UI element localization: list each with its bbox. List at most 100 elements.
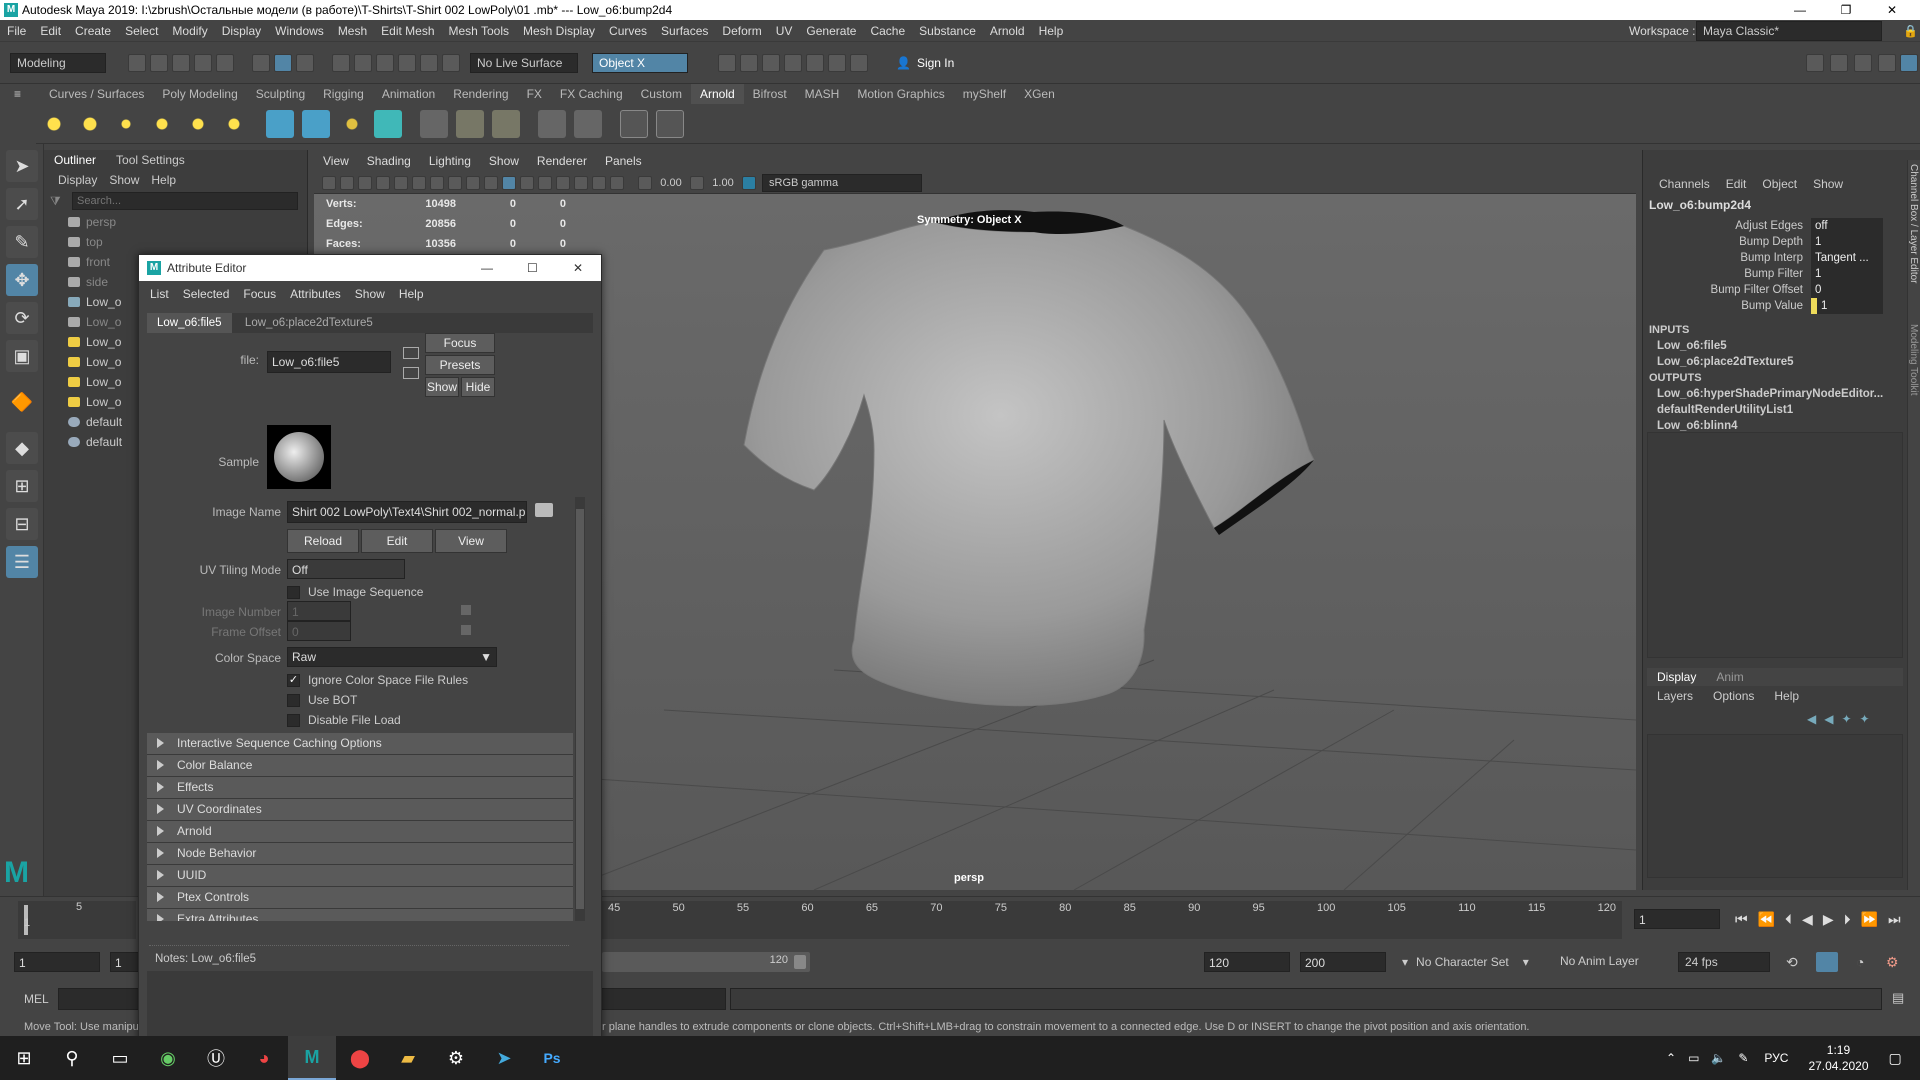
section-uuid[interactable]: UUID [147, 865, 573, 887]
shelf-tab-fx[interactable]: FX [518, 84, 551, 104]
image-plane-icon[interactable] [376, 175, 390, 190]
area-light-icon[interactable] [40, 109, 68, 138]
menu-display[interactable]: Display [215, 20, 268, 42]
ae-menu-focus[interactable]: Focus [236, 282, 283, 306]
layer-menu-help[interactable]: Help [1764, 689, 1809, 703]
character-set-dropdown[interactable]: ▾ No Character Set ▾ [1402, 952, 1529, 972]
focus-button[interactable]: Focus [425, 333, 495, 353]
go-to-end-icon[interactable]: ⏭ [1888, 911, 1901, 928]
ae-menu-attributes[interactable]: Attributes [283, 282, 348, 306]
sign-in-button[interactable]: 👤 Sign In [890, 52, 1004, 73]
shelf-menu-icon[interactable]: ≡ [14, 84, 27, 104]
layer-menu-layers[interactable]: Layers [1647, 689, 1703, 703]
photometric-light-icon[interactable] [112, 109, 140, 138]
open-scene-icon[interactable] [150, 53, 168, 72]
shelf-tab-myshelf[interactable]: myShelf [954, 84, 1015, 104]
section-extra-attributes[interactable]: Extra Attributes [147, 909, 573, 921]
step-forward-frame-icon[interactable]: ⏵ [1844, 911, 1851, 928]
mesh-export-icon[interactable] [374, 109, 402, 138]
side-tab-modeling-toolkit[interactable]: Modeling Toolkit [1908, 324, 1919, 424]
ipr-render-icon[interactable] [762, 53, 780, 72]
color-space-dropdown[interactable]: Raw ▼ [287, 647, 497, 667]
ae-minimize-icon[interactable]: — [481, 255, 493, 281]
fps-dropdown[interactable]: 24 fps [1678, 952, 1770, 972]
close-icon[interactable]: ✕ [1872, 0, 1912, 20]
txmake-icon[interactable] [574, 109, 602, 138]
attribute-editor-toggle-icon[interactable] [1854, 54, 1872, 72]
tab-anim-layers[interactable]: Anim [1706, 670, 1753, 684]
section-arnold[interactable]: Arnold [147, 821, 573, 843]
shelf-tab-poly-modeling[interactable]: Poly Modeling [153, 84, 246, 104]
shelf-tab-curves-surfaces[interactable]: Curves / Surfaces [40, 84, 153, 104]
tool-settings-toggle-icon[interactable] [1878, 54, 1896, 72]
select-tool-icon[interactable]: ➤ [6, 150, 38, 182]
shelf-tab-motion-graphics[interactable]: Motion Graphics [848, 84, 953, 104]
ae-menu-help[interactable]: Help [392, 282, 431, 306]
snap-pivot-icon[interactable] [442, 53, 460, 72]
view-button[interactable]: View [435, 529, 507, 553]
section-color-balance[interactable]: Color Balance [147, 755, 573, 777]
menu-mesh-display[interactable]: Mesh Display [516, 20, 602, 42]
eye-icon[interactable] [620, 109, 648, 138]
current-frame-field[interactable]: 1 [1634, 909, 1720, 929]
standin-icon[interactable] [266, 109, 294, 138]
range-handle[interactable] [794, 955, 806, 969]
redo-icon[interactable] [216, 53, 234, 72]
output-connection-icon[interactable] [403, 367, 419, 379]
ae-tab-file5[interactable]: Low_o6:file5 [147, 313, 232, 333]
minimize-icon[interactable]: — [1780, 0, 1820, 20]
file-node-name-field[interactable]: Low_o6:file5 [267, 351, 391, 373]
disable-file-load-checkbox[interactable]: Disable File Load [287, 713, 401, 728]
step-forward-key-icon[interactable]: ⏩ [1861, 911, 1878, 928]
outliner-layout-icon[interactable]: ☰ [6, 546, 38, 578]
film-gate-icon[interactable] [412, 175, 426, 190]
gamma-icon[interactable] [690, 175, 704, 190]
render-view-shelf-icon[interactable] [538, 109, 566, 138]
vp-menu-shading[interactable]: Shading [358, 150, 420, 172]
folder-icon[interactable] [535, 503, 553, 517]
menu-curves[interactable]: Curves [602, 20, 654, 42]
layer-menu-options[interactable]: Options [1703, 689, 1764, 703]
vp-menu-lighting[interactable]: Lighting [420, 150, 480, 172]
render-view-icon[interactable] [718, 53, 736, 72]
app-u-icon[interactable]: Ⓤ [192, 1036, 240, 1080]
chrome-icon[interactable]: ◕ [240, 1036, 288, 1080]
play-forward-icon[interactable]: ▶ [1823, 911, 1834, 928]
search-icon[interactable]: ⚲ [48, 1036, 96, 1080]
snap-curve-icon[interactable] [354, 53, 372, 72]
scale-tool-icon[interactable]: ▣ [6, 340, 38, 372]
physical-sky-icon[interactable] [184, 109, 212, 138]
cb-output-item[interactable]: defaultRenderUtilityList1 [1643, 402, 1920, 418]
new-layer-selected-icon[interactable]: ✦ [1860, 712, 1870, 726]
undo-icon[interactable] [194, 53, 212, 72]
outliner-menu-help[interactable]: Help [145, 173, 182, 187]
ignore-cs-rules-checkbox[interactable]: ✓ Ignore Color Space File Rules [287, 673, 468, 688]
snap-surface-icon[interactable] [420, 53, 438, 72]
cb-menu-channels[interactable]: Channels [1651, 177, 1718, 191]
grid-toggle-icon[interactable] [394, 175, 408, 190]
volume-icon[interactable]: 🔈 [1711, 1051, 1726, 1065]
resolution-gate-icon[interactable] [430, 175, 444, 190]
outliner-menu-display[interactable]: Display [44, 173, 103, 187]
shelf-tab-rendering[interactable]: Rendering [444, 84, 517, 104]
wireframe-icon[interactable] [484, 175, 498, 190]
presets-button[interactable]: Presets [425, 355, 495, 375]
select-component-icon[interactable] [296, 53, 314, 72]
cb-menu-object[interactable]: Object [1754, 177, 1805, 191]
mesh-light-icon[interactable] [76, 109, 104, 138]
restore-icon[interactable]: ❐ [1826, 0, 1866, 20]
shelf-tab-custom[interactable]: Custom [632, 84, 691, 104]
safe-action-icon[interactable] [466, 175, 480, 190]
notes-divider[interactable] [149, 945, 569, 949]
modeling-toolkit-icon[interactable] [1830, 54, 1848, 72]
ae-menu-list[interactable]: List [143, 282, 176, 306]
scene-start-field[interactable]: 1 [14, 952, 100, 972]
cb-node-name[interactable]: Low_o6:bump2d4 [1643, 196, 1920, 214]
select-object-icon[interactable] [274, 53, 292, 72]
texture-manager-icon[interactable] [492, 109, 520, 138]
camera-attr-icon[interactable] [340, 175, 354, 190]
new-empty-layer-icon[interactable]: ✦ [1841, 712, 1851, 726]
arnold-pause-icon[interactable] [850, 53, 868, 72]
last-tool-icon[interactable]: 🔶 [6, 386, 38, 418]
cb-attr-row[interactable]: Bump Filter Offset 0 [1643, 282, 1920, 298]
